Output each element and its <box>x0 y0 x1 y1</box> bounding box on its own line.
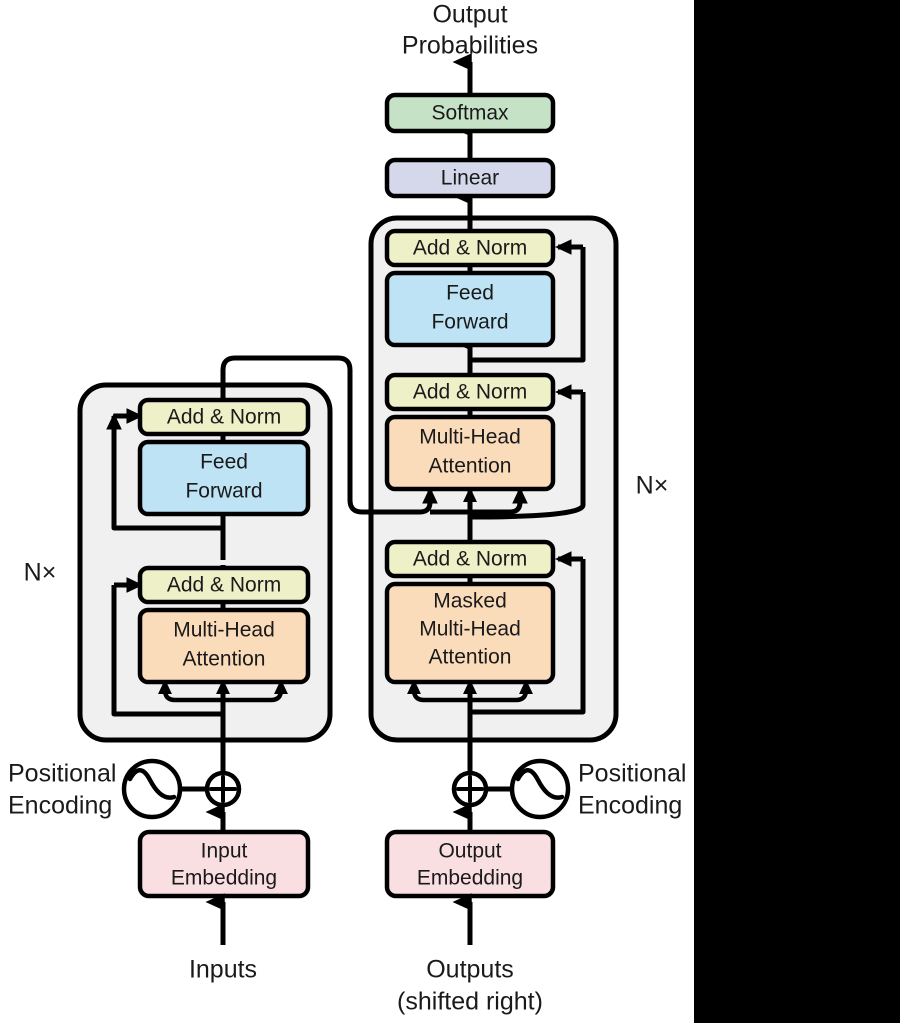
right-occluded-region <box>694 0 900 1023</box>
softmax-label: Softmax <box>431 102 509 125</box>
input-positional-encoding-label-line1: Positional <box>8 760 116 788</box>
decoder-masked-attention[interactable]: Masked Multi-Head Attention <box>384 581 556 685</box>
input-embedding-label-line2: Embedding <box>171 867 277 890</box>
encoder-add-norm-top[interactable]: Add & Norm <box>137 397 311 437</box>
output-embedding-block[interactable]: Output Embedding <box>384 829 556 899</box>
inputs-source-label: Inputs <box>189 956 257 984</box>
input-positional-encoding-label-line2: Encoding <box>8 792 112 820</box>
input-embedding-label-line1: Input <box>201 840 248 863</box>
decoder-feed-forward-label-line2: Forward <box>431 311 508 334</box>
output-positional-encoding-label-line2: Encoding <box>578 792 682 820</box>
decoder-add-norm-middle[interactable]: Add & Norm <box>384 372 556 412</box>
input-positional-encoding-icon <box>121 758 183 820</box>
encoder-add-norm-bottom-label: Add & Norm <box>167 574 281 597</box>
decoder-masked-attention-label-line1: Masked <box>433 590 507 613</box>
output-pe-circle <box>509 758 571 820</box>
decoder-add-norm-top-label: Add & Norm <box>413 237 527 260</box>
softmax-block[interactable]: Softmax <box>384 92 556 134</box>
encoder-stack-count-label: N× <box>24 559 57 587</box>
linear-label: Linear <box>441 167 499 190</box>
output-embedding-label-line2: Embedding <box>417 867 523 890</box>
encoder-feed-forward-label-line1: Feed <box>200 451 248 474</box>
decoder-feed-forward[interactable]: Feed Forward <box>384 270 556 348</box>
transformer-architecture-diagram: Add & Norm Feed Forward Add & Norm Multi… <box>0 0 900 1023</box>
output-probabilities-line2: Probabilities <box>402 32 538 60</box>
decoder-cross-attention-label-line1: Multi-Head <box>419 426 521 449</box>
decoder-cross-attention-label-line2: Attention <box>429 455 512 478</box>
decoder-add-norm-top[interactable]: Add & Norm <box>384 228 556 268</box>
encoder-feed-forward[interactable]: Feed Forward <box>137 439 311 517</box>
decoder-cross-attention[interactable]: Multi-Head Attention <box>384 414 556 492</box>
decoder-add-norm-bottom[interactable]: Add & Norm <box>384 539 556 579</box>
input-pe-circle <box>121 758 183 820</box>
encoder-multi-head-attention-label-line1: Multi-Head <box>173 619 275 642</box>
encoder-panel <box>77 382 333 743</box>
decoder-feed-forward-label-line1: Feed <box>446 282 494 305</box>
output-probabilities-line1: Output <box>432 1 507 29</box>
decoder-add-norm-middle-label: Add & Norm <box>413 381 527 404</box>
encoder-multi-head-attention-label-line2: Attention <box>183 648 266 671</box>
decoder-add-norm-bottom-label: Add & Norm <box>413 548 527 571</box>
linear-block[interactable]: Linear <box>384 157 556 199</box>
decoder-stack-count-label: N× <box>636 472 669 500</box>
output-embedding-label-line1: Output <box>438 840 501 863</box>
outputs-source-label-line1: Outputs <box>426 956 514 984</box>
outputs-source-label-line2: (shifted right) <box>397 988 543 1016</box>
input-embedding-block[interactable]: Input Embedding <box>137 829 311 899</box>
decoder-masked-attention-label-line3: Attention <box>429 646 512 669</box>
output-positional-encoding-label-line1: Positional <box>578 760 686 788</box>
encoder-feed-forward-label-line2: Forward <box>185 480 262 503</box>
diagram-canvas: Add & Norm Feed Forward Add & Norm Multi… <box>0 0 900 1023</box>
input-positional-sum <box>204 770 242 808</box>
decoder-masked-attention-label-line2: Multi-Head <box>419 618 521 641</box>
encoder-multi-head-attention[interactable]: Multi-Head Attention <box>137 607 311 685</box>
encoder-add-norm-top-label: Add & Norm <box>167 406 281 429</box>
output-positional-encoding-icon <box>509 758 571 820</box>
output-positional-sum <box>451 770 489 808</box>
encoder-add-norm-bottom[interactable]: Add & Norm <box>137 565 311 605</box>
